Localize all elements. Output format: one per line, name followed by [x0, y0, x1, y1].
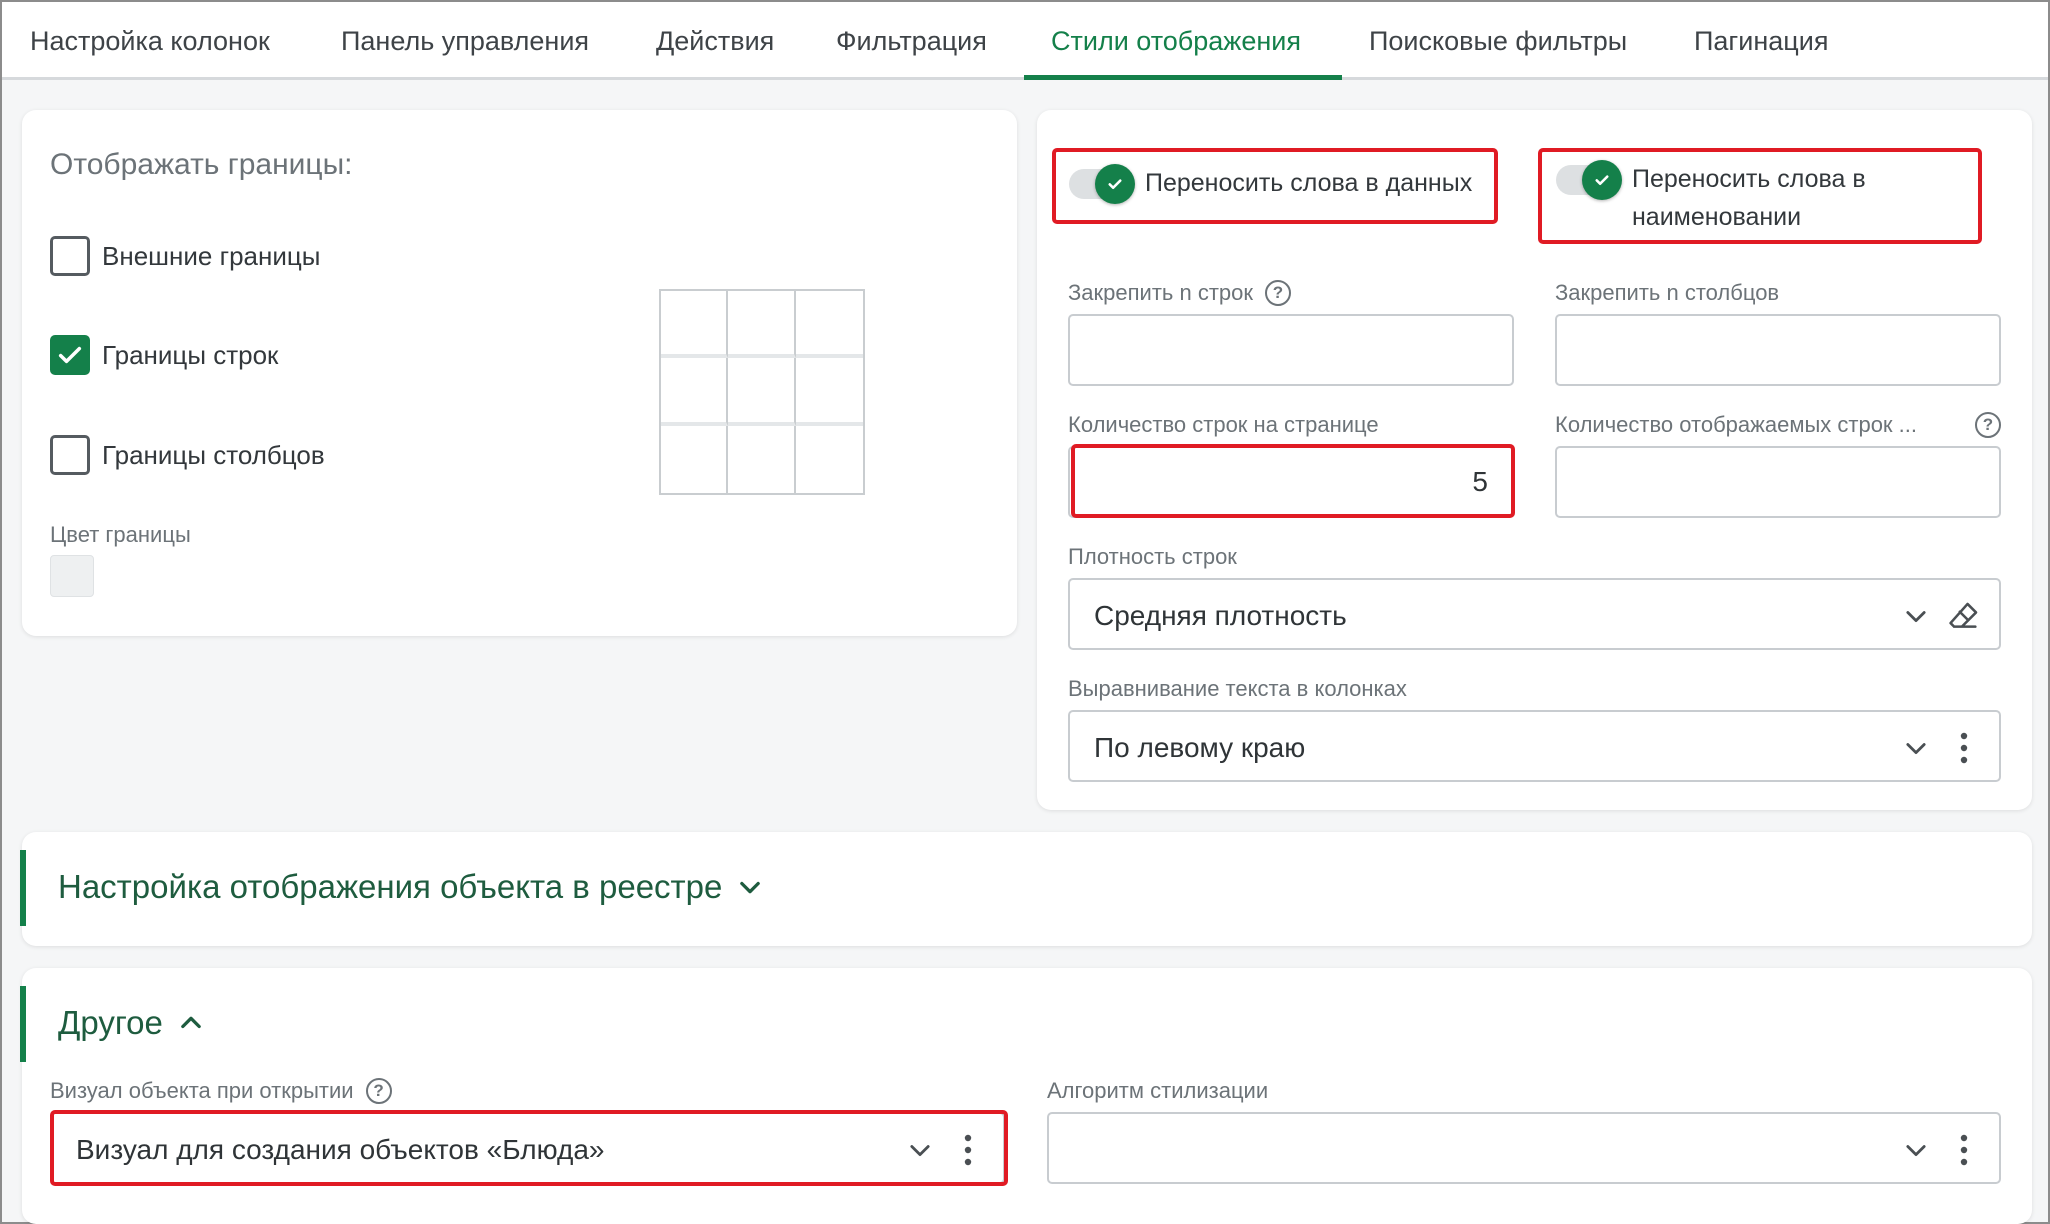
- visible-rows-input[interactable]: [1555, 446, 2001, 518]
- wrap-name-toggle[interactable]: Переносить слова в наименовании: [1556, 160, 1932, 236]
- help-icon[interactable]: ?: [1265, 280, 1291, 306]
- more-vertical-icon[interactable]: [1946, 1132, 1982, 1168]
- toggle-switch[interactable]: [1556, 160, 1622, 200]
- check-icon: [58, 346, 82, 364]
- density-value: Средняя плотность: [1094, 600, 1347, 631]
- freeze-rows-input[interactable]: [1068, 314, 1514, 386]
- toggle-switch[interactable]: [1069, 164, 1135, 204]
- border-color-picker[interactable]: [50, 555, 94, 597]
- check-icon: [1595, 175, 1609, 186]
- check-icon: [1108, 179, 1122, 190]
- tab-column-settings[interactable]: Настройка колонок: [30, 2, 270, 80]
- wrap-name-label: Переносить слова в наименовании: [1632, 165, 1866, 231]
- border-color-label: Цвет границы: [50, 522, 191, 547]
- visible-rows-label-wrap: Количество отображаемых строк ... ?: [1555, 412, 2001, 438]
- other-section-toggle[interactable]: Другое: [58, 1004, 205, 1042]
- rows-per-page-input[interactable]: 5: [1068, 446, 1514, 518]
- registry-section-toggle[interactable]: Настройка отображения объекта в реестре: [58, 868, 764, 906]
- align-label: Выравнивание текста в колонках: [1068, 676, 1407, 701]
- outer-borders-label: Внешние границы: [102, 240, 321, 271]
- eraser-icon[interactable]: [1946, 598, 1982, 634]
- visible-rows-label: Количество отображаемых строк ...: [1555, 412, 1918, 437]
- active-tab-indicator: [1024, 75, 1342, 80]
- chevron-down-icon[interactable]: [1898, 598, 1934, 634]
- freeze-cols-label: Закрепить n столбцов: [1555, 280, 1780, 305]
- visual-select[interactable]: Визуал для создания объектов «Блюда»: [50, 1112, 1005, 1184]
- density-select[interactable]: Средняя плотность: [1068, 578, 2001, 650]
- wrap-data-toggle[interactable]: Переносить слова в данных: [1069, 164, 1472, 204]
- help-icon[interactable]: ?: [365, 1078, 392, 1104]
- freeze-rows-label: Закрепить n строк: [1068, 280, 1253, 305]
- outer-borders-checkbox[interactable]: Внешние границы: [50, 236, 320, 276]
- section-accent-bar: [20, 986, 26, 1062]
- tab-display-styles[interactable]: Стили отображения: [1051, 2, 1301, 80]
- tab-control-panel[interactable]: Панель управления: [341, 2, 589, 80]
- freeze-rows-label-wrap: Закрепить n строк ?: [1068, 280, 1291, 306]
- visual-label-wrap: Визуал объекта при открытии ?: [50, 1078, 392, 1104]
- tab-pagination[interactable]: Пагинация: [1694, 2, 1828, 80]
- density-label: Плотность строк: [1068, 544, 1237, 569]
- align-select[interactable]: По левому краю: [1068, 710, 2001, 782]
- checkbox-box[interactable]: [50, 236, 90, 276]
- section-accent-bar: [20, 850, 26, 926]
- column-borders-label: Границы столбцов: [102, 439, 325, 470]
- checkbox-box[interactable]: [50, 435, 90, 475]
- visual-label: Визуал объекта при открытии: [50, 1078, 354, 1103]
- algorithm-label: Алгоритм стилизации: [1047, 1078, 1269, 1103]
- freeze-cols-input[interactable]: [1555, 314, 2001, 386]
- registry-section-title: Настройка отображения объекта в реестре: [58, 868, 723, 905]
- borders-title: Отображать границы:: [50, 148, 353, 181]
- chevron-down-icon[interactable]: [1898, 730, 1934, 766]
- algorithm-select[interactable]: [1047, 1112, 2001, 1184]
- rows-per-page-label: Количество строк на странице: [1068, 412, 1379, 437]
- tab-filtering[interactable]: Фильтрация: [836, 2, 987, 80]
- tab-search-filters[interactable]: Поисковые фильтры: [1369, 2, 1627, 80]
- chevron-down-icon: [736, 873, 764, 901]
- row-borders-checkbox[interactable]: Границы строк: [50, 335, 278, 375]
- other-section-title: Другое: [58, 1004, 163, 1041]
- chevron-down-icon[interactable]: [902, 1132, 938, 1168]
- rows-per-page-value: 5: [1472, 466, 1488, 497]
- settings-window: Настройка колонок Панель управления Дейс…: [0, 0, 2050, 1224]
- chevron-up-icon: [177, 1009, 205, 1037]
- visual-value: Визуал для создания объектов «Блюда»: [76, 1134, 605, 1165]
- tab-bar: Настройка колонок Панель управления Дейс…: [2, 2, 2048, 80]
- chevron-down-icon[interactable]: [1898, 1132, 1934, 1168]
- column-borders-checkbox[interactable]: Границы столбцов: [50, 435, 325, 475]
- more-vertical-icon[interactable]: [950, 1132, 986, 1168]
- more-vertical-icon[interactable]: [1946, 730, 1982, 766]
- wrap-data-label: Переносить слова в данных: [1145, 169, 1473, 197]
- tab-actions[interactable]: Действия: [656, 2, 774, 80]
- align-value: По левому краю: [1094, 732, 1306, 763]
- border-preview-grid: [659, 289, 865, 495]
- row-borders-label: Границы строк: [102, 339, 279, 370]
- help-icon[interactable]: ?: [1975, 412, 2001, 438]
- checkbox-box-checked[interactable]: [50, 335, 90, 375]
